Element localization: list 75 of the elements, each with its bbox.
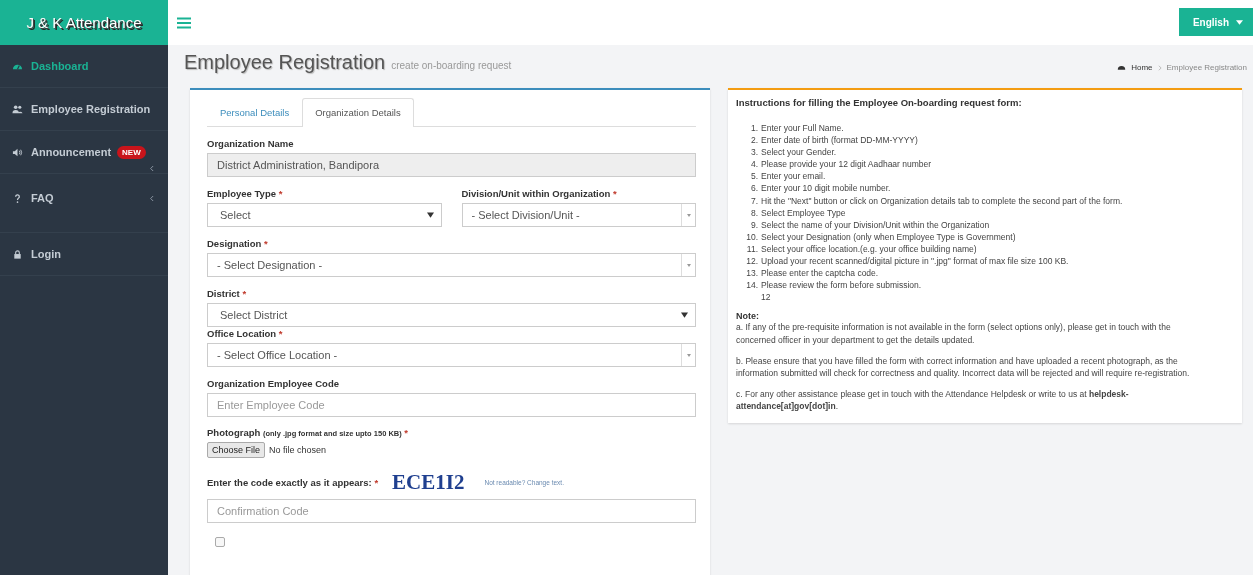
step-text: Please enter the captcha code.	[761, 267, 879, 280]
note-text: a. If any of the pre-requisite information is not available in the form (select options only), please get in touch with the concerned officer in your department to get the details updated.	[736, 321, 1172, 346]
step-text: 12	[761, 291, 771, 304]
step-number: 2.	[749, 134, 758, 147]
page-subtitle: create on-boarding request	[391, 60, 512, 71]
field-label: Designation *	[207, 238, 268, 249]
step-text: Select Employee Type	[761, 206, 846, 219]
field-label: District *	[207, 288, 247, 299]
select-field[interactable]: Select	[207, 203, 442, 227]
lock-icon	[12, 248, 23, 260]
menu-icon[interactable]	[177, 16, 191, 29]
select-field[interactable]: - Select Designation -	[207, 253, 696, 277]
page-title: Employee Registration	[184, 51, 386, 74]
step-number: 1.	[749, 122, 758, 135]
select-field[interactable]: Select District	[207, 303, 696, 327]
sidebar-item[interactable]: Login	[0, 233, 168, 276]
step-number: 11.	[745, 242, 758, 256]
step-number: 5.	[749, 170, 758, 183]
sidebar-item[interactable]: Dashboard	[0, 45, 168, 88]
field-label: Organization Name	[207, 138, 294, 149]
instructions-title: Instructions for filling the Employee On-boarding request form:	[736, 97, 1023, 108]
step-number: 3.	[749, 146, 758, 159]
tab[interactable]: Organization Details	[302, 98, 414, 127]
dropdown-arrow-icon	[426, 212, 434, 218]
step-number: 9.	[749, 218, 758, 231]
field-label: Enter the code exactly as it appears: *	[207, 477, 379, 488]
note-text: b. Please ensure that you have filled the form with correct information and have uploaded a recent photograph, as the information submitted will check for correctness and quality. Incorrect data will be rejected and will require re-registration.	[736, 354, 1191, 380]
field-label: Division/Unit within Organization *	[461, 188, 617, 199]
step-text: Select your Designation (only when Employee Type is Government)	[761, 230, 1016, 243]
step-text: Select the name of your Division/Unit within the Organization	[761, 218, 990, 231]
step-text: Upload your recent scanned/digital picture in ".jpg" format of max file size 100 KB.	[761, 255, 1069, 268]
step-text: Enter your email.	[761, 170, 826, 183]
captcha-code: ECE1I2	[392, 470, 465, 495]
select-field[interactable]: - Select Division/Unit -	[461, 203, 696, 227]
field-label: Office Location *	[207, 328, 283, 339]
step-number: 12.	[745, 255, 758, 268]
step-text: Enter your Full Name.	[761, 122, 844, 135]
dropdown-arrow-icon	[686, 353, 691, 357]
dropdown-arrow-icon	[681, 312, 688, 318]
caret-icon	[1236, 19, 1243, 25]
step-number: 6.	[749, 182, 758, 195]
step-text: Please provide your 12 digit Aadhaar number	[761, 158, 932, 171]
note-text: c. For any other assistance please get in touch with the Attendance Helpdesk or write to us at helpdesk-attendance[at]gov[dot]in.	[736, 388, 1130, 413]
sidebar-item[interactable]: FAQ	[0, 174, 168, 233]
step-number: 14.	[745, 279, 758, 292]
step-number: 13.	[745, 267, 758, 280]
step-number: 7.	[749, 194, 758, 207]
step-text: Select your office location.(e.g. your office building name)	[761, 242, 977, 256]
breadcrumb-separator-icon	[1157, 64, 1162, 71]
dropdown-arrow-icon	[686, 213, 691, 217]
tab[interactable]: Personal Details	[207, 98, 303, 127]
step-number: 8.	[749, 206, 758, 219]
select-field[interactable]: - Select Office Location -	[207, 343, 696, 367]
sidebar-item[interactable]: Announcement NEW	[0, 131, 168, 174]
note-title: Note:	[736, 311, 760, 322]
users-icon	[12, 103, 23, 115]
step-text: Hit the "Next" button or click on Organization details tab to complete the second part of the form.	[761, 194, 1123, 207]
step-text: Select your Gender.	[761, 146, 837, 159]
dropdown-arrow-icon	[686, 263, 691, 267]
step-number: 10.	[745, 230, 758, 243]
step-text: Please review the form before submission.	[761, 279, 922, 292]
new-badge: NEW	[117, 145, 146, 159]
field-label: Employee Type *	[207, 188, 283, 199]
checkbox[interactable]	[215, 537, 225, 547]
speaker-icon	[12, 146, 23, 158]
step-number: 4.	[749, 158, 758, 171]
question-icon	[12, 192, 23, 204]
choose-file-button[interactable]: Choose File	[207, 442, 266, 458]
breadcrumb-link[interactable]: Home	[1131, 63, 1153, 72]
step-text: Enter your 10 digit mobile number.	[761, 182, 891, 195]
sidebar-item[interactable]: Employee Registration	[0, 88, 168, 131]
file-status: No file chosen	[269, 445, 327, 455]
step-text: Enter date of birth (format DD-MM-YYYY)	[761, 134, 918, 147]
field-label: Organization Employee Code	[207, 378, 339, 389]
dashboard-icon	[1117, 63, 1127, 72]
